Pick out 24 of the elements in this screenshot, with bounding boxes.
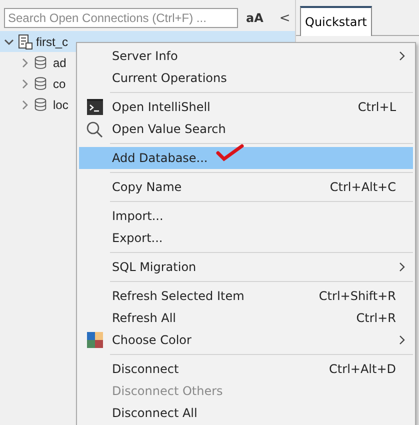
shortcut-text: Ctrl+Alt+D <box>329 362 396 376</box>
database-name: loc <box>53 98 68 112</box>
menu-label: Open IntelliShell <box>112 100 210 114</box>
database-name: co <box>53 76 66 90</box>
menu-label: Refresh All <box>112 311 176 325</box>
shortcut-text: Ctrl+Alt+C <box>330 180 396 194</box>
connection-name: first_c <box>36 34 68 48</box>
shortcut-text: Ctrl+R <box>356 311 396 325</box>
menu-label: Add Database... <box>112 151 208 165</box>
menu-label: Disconnect Others <box>112 384 223 398</box>
menu-label: Import... <box>112 209 164 223</box>
menu-label: Open Value Search <box>112 122 226 136</box>
menu-label: Copy Name <box>112 180 182 194</box>
shortcut-text: Ctrl+Shift+R <box>318 289 396 303</box>
menu-label: Choose Color <box>112 333 192 347</box>
shortcut-text: Ctrl+L <box>358 100 396 114</box>
menu-label: Server Info <box>112 49 178 63</box>
menu-label: Current Operations <box>112 71 227 85</box>
database-name: ad <box>53 56 66 70</box>
menu-label: SQL Migration <box>112 260 196 274</box>
menu-label: Export... <box>112 231 163 245</box>
menu-label: Disconnect <box>112 362 179 376</box>
menu-label: Disconnect All <box>112 406 198 420</box>
menu-label: Refresh Selected Item <box>112 289 244 303</box>
